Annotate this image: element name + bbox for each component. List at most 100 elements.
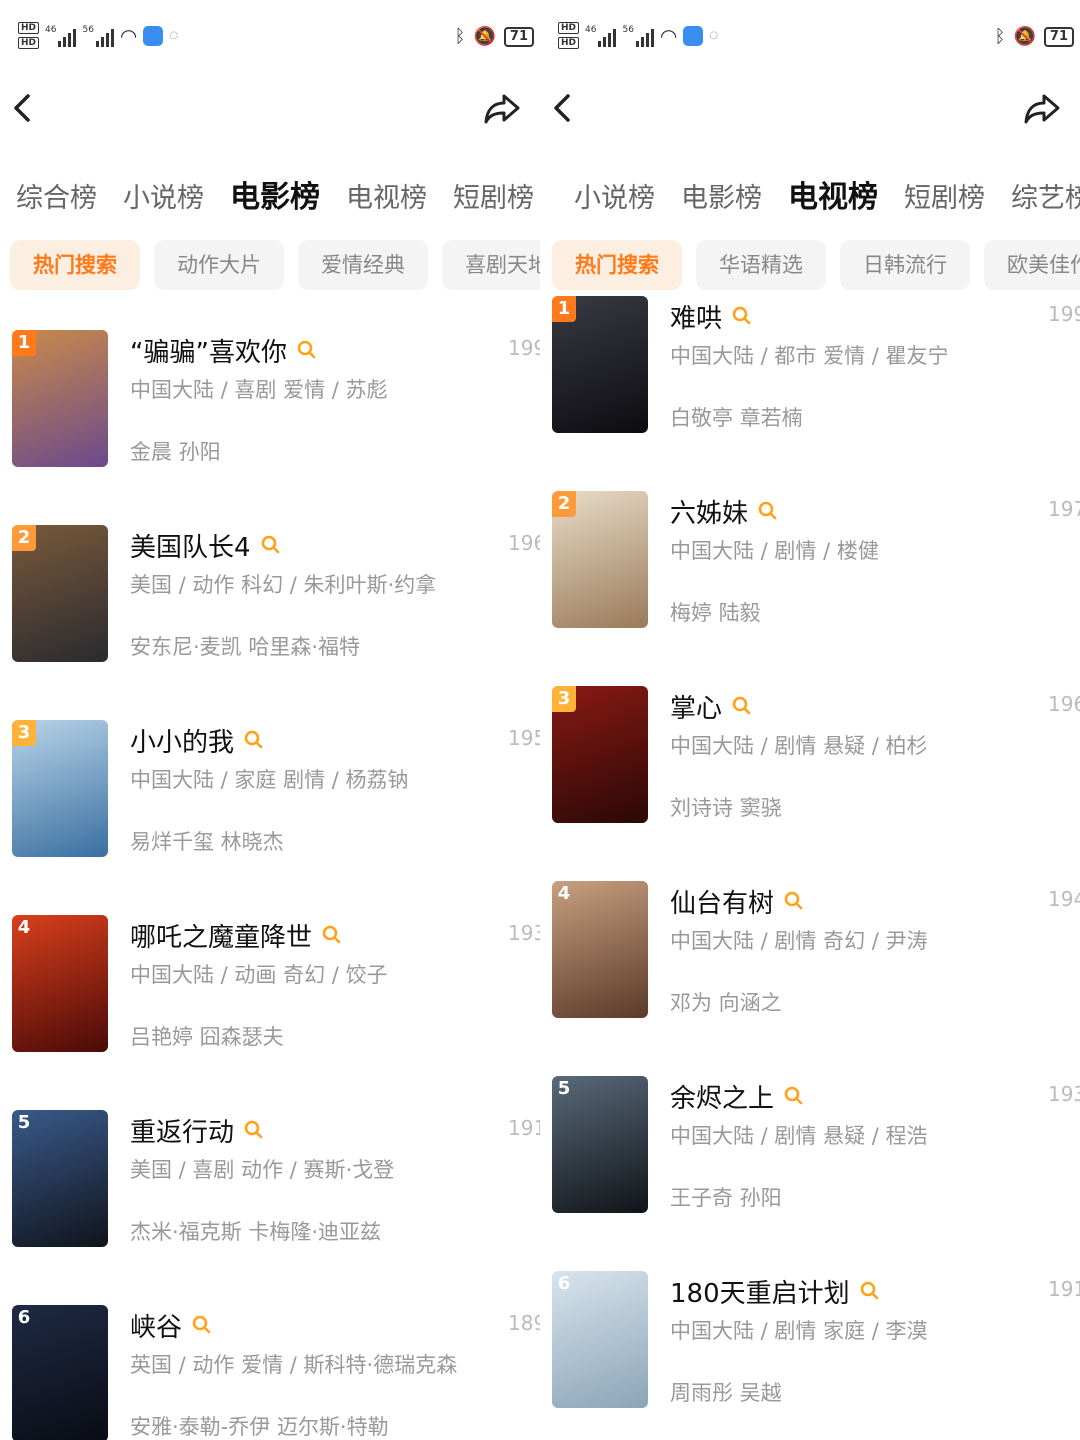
signal-4g-icon: 46 [585, 25, 617, 47]
status-bar: HD HD 46 56 ◠ ○ ᛒ 🔕 71 [0, 0, 540, 80]
list-item[interactable]: 6 180天重启计划 191 中国大陆 / 剧情 家庭 / 李漠 周雨彤 吴越 [540, 1271, 1080, 1440]
poster-image[interactable]: 5 [552, 1076, 648, 1213]
item-meta: 中国大陆 / 喜剧 爱情 / 苏彪 [130, 378, 388, 402]
filter-chip[interactable]: 华语精选 [696, 240, 826, 290]
item-actors: 易烊千玺 林晓杰 [130, 830, 284, 854]
poster-image[interactable]: 2 [552, 491, 648, 628]
rank-badge: 5 [17, 1112, 31, 1133]
filter-chip[interactable]: 喜剧天地 [442, 240, 540, 290]
rank-badge: 2 [552, 491, 576, 517]
list-item[interactable]: 5 重返行动 191 美国 / 喜剧 动作 / 赛斯·戈登 杰米·福克斯 卡梅隆… [0, 1110, 540, 1305]
poster-image[interactable]: 6 [12, 1305, 108, 1440]
score-value: 199 [508, 336, 540, 360]
search-icon[interactable] [244, 1120, 264, 1140]
category-tab[interactable]: 电影榜 [230, 174, 320, 222]
item-title[interactable]: 六姊妹 [670, 493, 748, 530]
list-item[interactable]: 4 仙台有树 194 中国大陆 / 剧情 奇幻 / 尹涛 邓为 向涵之 [540, 881, 1080, 1076]
filter-chip[interactable]: 动作大片 [154, 240, 284, 290]
poster-image[interactable]: 5 [12, 1110, 108, 1247]
filter-chip[interactable]: 日韩流行 [840, 240, 970, 290]
list-item[interactable]: 2 六姊妹 197 中国大陆 / 剧情 / 楼健 梅婷 陆毅 [540, 491, 1080, 686]
list-item[interactable]: 1 “骗骗”喜欢你 199 中国大陆 / 喜剧 爱情 / 苏彪 金晨 孙阳 [0, 330, 540, 525]
search-icon[interactable] [244, 730, 264, 750]
category-tab[interactable]: 电影榜 [681, 175, 762, 223]
item-title[interactable]: “骗骗”喜欢你 [130, 332, 287, 369]
item-actors: 白敬亭 章若楠 [670, 406, 803, 430]
score-value: 189 [508, 1311, 540, 1335]
poster-image[interactable]: 6 [552, 1271, 648, 1408]
item-title[interactable]: 仙台有树 [670, 883, 774, 920]
filter-chip[interactable]: 爱情经典 [298, 240, 428, 290]
search-icon[interactable] [192, 1315, 212, 1335]
back-arrow-icon[interactable] [548, 90, 580, 126]
search-icon[interactable] [322, 925, 342, 945]
category-tab[interactable]: 小说榜 [574, 175, 655, 223]
category-tab[interactable]: 短剧榜 [904, 175, 985, 223]
item-meta: 中国大陆 / 剧情 家庭 / 李漠 [670, 1319, 928, 1343]
item-actors: 吕艳婷 囧森瑟夫 [130, 1025, 284, 1049]
list-item[interactable]: 3 掌心 196 中国大陆 / 剧情 悬疑 / 柏杉 刘诗诗 窦骁 [540, 686, 1080, 881]
battery-icon: 71 [1043, 26, 1074, 47]
category-tab[interactable]: 综合榜 [16, 175, 97, 223]
item-meta: 英国 / 动作 爱情 / 斯科特·德瑞克森 [130, 1353, 458, 1377]
item-actors: 杰米·福克斯 卡梅隆·迪亚兹 [130, 1220, 382, 1244]
filter-chip[interactable]: 热门搜索 [552, 240, 682, 290]
search-icon[interactable] [784, 1086, 804, 1106]
item-title[interactable]: 180天重启计划 [670, 1273, 850, 1310]
item-title[interactable]: 哪吒之魔童降世 [130, 917, 312, 954]
item-meta: 中国大陆 / 剧情 / 楼健 [670, 539, 879, 563]
poster-image[interactable]: 3 [552, 686, 648, 823]
share-icon[interactable] [1022, 90, 1062, 126]
search-icon[interactable] [297, 340, 317, 360]
list-item[interactable]: 1 难哄 199 中国大陆 / 都市 爱情 / 瞿友宁 白敬亭 章若楠 [540, 296, 1080, 491]
list-item[interactable]: 5 余烬之上 193 中国大陆 / 剧情 悬疑 / 程浩 王子奇 孙阳 [540, 1076, 1080, 1271]
poster-image[interactable]: 4 [552, 881, 648, 1018]
category-tab[interactable]: 电视榜 [788, 174, 878, 222]
search-icon[interactable] [732, 306, 752, 326]
item-title[interactable]: 小小的我 [130, 722, 234, 759]
list-item[interactable]: 4 哪吒之魔童降世 193 中国大陆 / 动画 奇幻 / 饺子 吕艳婷 囧森瑟夫 [0, 915, 540, 1110]
poster-image[interactable]: 1 [12, 330, 108, 467]
category-tab[interactable]: 电视榜 [346, 175, 427, 223]
item-title[interactable]: 掌心 [670, 688, 722, 725]
list-item[interactable]: 3 小小的我 195 中国大陆 / 家庭 剧情 / 杨荔钠 易烊千玺 林晓杰 [0, 720, 540, 915]
poster-image[interactable]: 2 [12, 525, 108, 662]
bluetooth-icon: ᛒ [994, 26, 1006, 47]
search-icon[interactable] [261, 535, 281, 555]
search-icon[interactable] [758, 501, 778, 521]
filter-chip[interactable]: 欧美佳作 [984, 240, 1080, 290]
score-value: 193 [508, 921, 540, 945]
list-item[interactable]: 6 峡谷 189 英国 / 动作 爱情 / 斯科特·德瑞克森 安雅·泰勒-乔伊 … [0, 1305, 540, 1440]
app-notification-icon [143, 25, 164, 46]
share-icon[interactable] [482, 90, 522, 126]
category-tab[interactable]: 短剧榜 [453, 175, 534, 223]
hd-icon: HD HD [18, 22, 40, 49]
category-tab[interactable]: 小说榜 [123, 175, 204, 223]
poster-image[interactable]: 4 [12, 915, 108, 1052]
item-title[interactable]: 重返行动 [130, 1112, 234, 1149]
item-title[interactable]: 美国队长4 [130, 527, 251, 564]
rank-badge: 6 [557, 1273, 571, 1294]
rank-badge: 4 [557, 883, 571, 904]
score-value: 196 [1048, 692, 1080, 716]
list-item[interactable]: 2 美国队长4 196 美国 / 动作 科幻 / 朱利叶斯·约拿 安东尼·麦凯 … [0, 525, 540, 720]
item-title[interactable]: 峡谷 [130, 1307, 182, 1344]
rank-badge: 1 [12, 330, 36, 356]
hd-icon: HD HD [558, 22, 580, 49]
item-actors: 刘诗诗 窦骁 [670, 796, 782, 820]
item-meta: 中国大陆 / 都市 爱情 / 瞿友宁 [670, 344, 949, 368]
rank-badge: 5 [557, 1078, 571, 1099]
category-tab[interactable]: 综艺榜 [1011, 175, 1080, 223]
item-actors: 周雨彤 吴越 [670, 1381, 782, 1405]
item-meta: 中国大陆 / 家庭 剧情 / 杨荔钠 [130, 768, 409, 792]
search-icon[interactable] [732, 696, 752, 716]
search-icon[interactable] [784, 891, 804, 911]
back-arrow-icon[interactable] [8, 90, 40, 126]
item-title[interactable]: 难哄 [670, 298, 722, 335]
filter-chips: 热门搜索 动作大片 爱情经典 喜剧天地 [10, 240, 540, 290]
filter-chip[interactable]: 热门搜索 [10, 240, 140, 290]
poster-image[interactable]: 1 [552, 296, 648, 433]
poster-image[interactable]: 3 [12, 720, 108, 857]
item-title[interactable]: 余烬之上 [670, 1078, 774, 1115]
search-icon[interactable] [860, 1281, 880, 1301]
